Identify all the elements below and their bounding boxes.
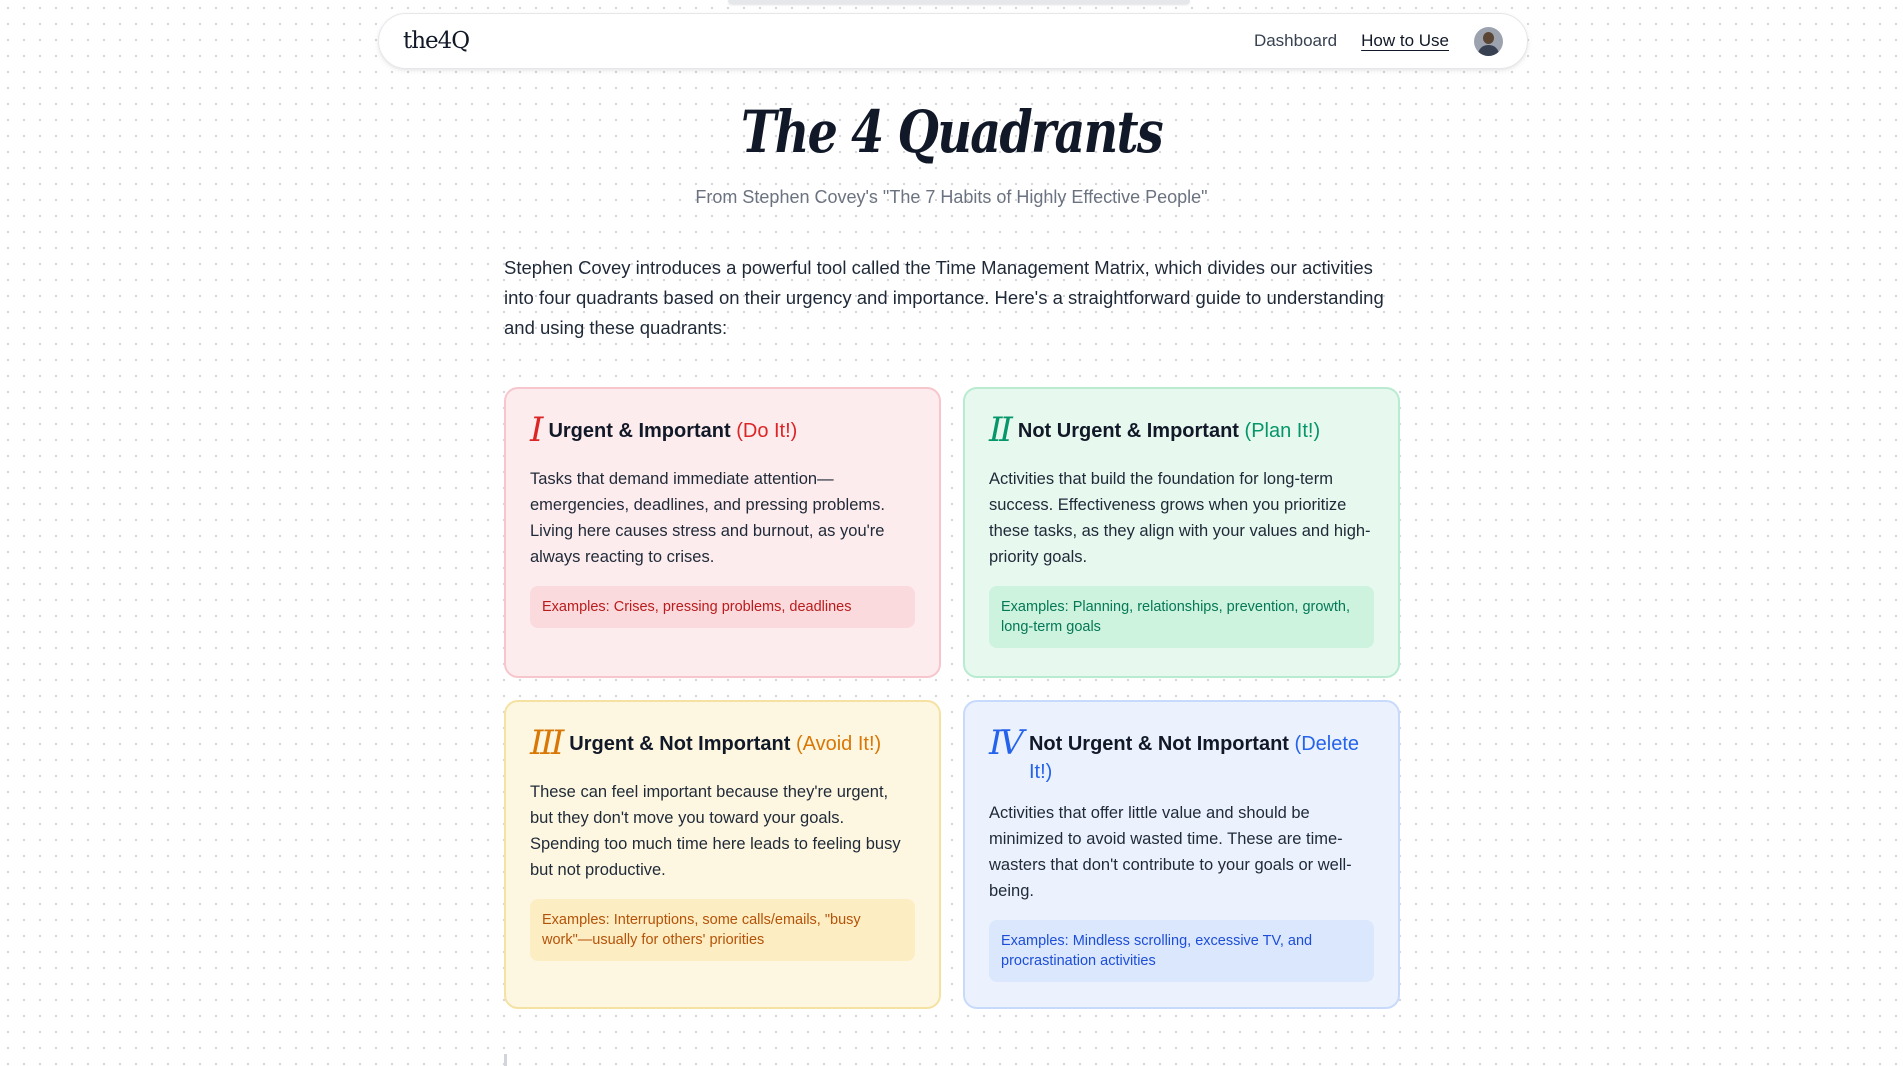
quadrant-description: Activities that build the foundation for…	[989, 470, 1371, 566]
quadrant-header: III Urgent & Not Important (Avoid It!)	[530, 725, 915, 765]
quadrant-title-text: Not Urgent & Not Important	[1028, 733, 1289, 755]
quadrant-numeral: III	[530, 723, 564, 763]
quadrant-action-tag: (Plan It!)	[1244, 420, 1321, 442]
quadrant-title-text: Urgent & Not Important	[569, 733, 791, 755]
avatar-body-shape	[1478, 44, 1499, 56]
page-title: The 4 Quadrants	[740, 98, 1164, 166]
page-subtitle: From Stephen Covey's "The 7 Habits of Hi…	[695, 187, 1208, 207]
quadrant-header: II Not Urgent & Important (Plan It!)	[989, 412, 1374, 452]
quadrant-numeral: IV	[989, 723, 1024, 763]
intro-paragraph: Stephen Covey introduces a powerful tool…	[504, 257, 1384, 338]
quadrant-card-1: I Urgent & Important (Do It!) Tasks that…	[504, 387, 941, 678]
quadrant-title: Not Urgent & Not Important (Delete It!)	[1029, 725, 1374, 786]
quadrant-title: Urgent & Important (Do It!)	[548, 412, 797, 445]
quadrant-title: Not Urgent & Important (Plan It!)	[1018, 412, 1320, 445]
logo[interactable]: the4Q	[403, 28, 470, 54]
quadrant-examples: Examples: Crises, pressing problems, dea…	[530, 586, 915, 628]
quadrant-examples: Examples: Interruptions, some calls/emai…	[530, 899, 915, 961]
quadrant-action-tag: (Do It!)	[736, 420, 798, 442]
quadrant-header: I Urgent & Important (Do It!)	[530, 412, 915, 452]
quadrant-numeral: II	[989, 410, 1013, 450]
quadrant-examples: Examples: Planning, relationships, preve…	[989, 586, 1374, 648]
blockquote-rule	[504, 1054, 507, 1066]
quadrant-title-text: Not Urgent & Important	[1017, 420, 1239, 442]
quadrant-card-4: IV Not Urgent & Not Important (Delete It…	[963, 700, 1400, 1009]
quadrant-description: Tasks that demand immediate attention—em…	[530, 470, 885, 566]
nav-link-how-to-use[interactable]: How to Use	[1361, 31, 1449, 51]
quadrant-card-2: II Not Urgent & Important (Plan It!) Act…	[963, 387, 1400, 678]
quadrant-title-text: Urgent & Important	[548, 420, 731, 442]
quadrant-card-3: III Urgent & Not Important (Avoid It!) T…	[504, 700, 941, 1009]
user-avatar[interactable]	[1474, 26, 1503, 56]
quadrant-header: IV Not Urgent & Not Important (Delete It…	[989, 725, 1374, 786]
quadrant-description: Activities that offer little value and s…	[989, 804, 1352, 900]
nav-link-dashboard[interactable]: Dashboard	[1254, 31, 1337, 51]
nav-links: Dashboard How to Use	[1254, 26, 1503, 56]
top-edge-bar	[728, 0, 1190, 4]
quadrant-examples: Examples: Mindless scrolling, excessive …	[989, 920, 1374, 982]
quadrant-description: These can feel important because they're…	[530, 783, 901, 879]
navbar: the4Q Dashboard How to Use	[378, 13, 1528, 69]
avatar-head-shape	[1483, 31, 1494, 44]
quadrant-numeral: I	[530, 410, 544, 450]
quadrant-title: Urgent & Not Important (Avoid It!)	[569, 725, 881, 758]
quadrant-action-tag: (Avoid It!)	[795, 733, 882, 755]
